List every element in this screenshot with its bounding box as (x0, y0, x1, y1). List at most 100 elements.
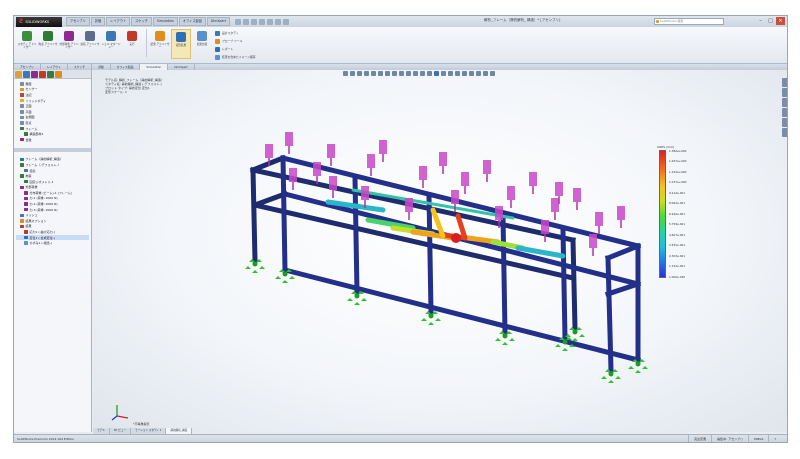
rebuild-icon[interactable] (275, 18, 282, 25)
app-logo[interactable]: Ƨ SOLIDWORKS (16, 16, 62, 27)
tree-item[interactable]: 合致 (16, 137, 89, 143)
tree-item-label: 原点 (25, 120, 32, 125)
title-bar: Ƨ SOLIDWORKS アセンブリ 評価 レイアウト スケッチ Simulation オ… (14, 16, 787, 27)
tree-item-label: 結果 (25, 224, 32, 229)
results-advisor-button[interactable]: 結果 アドバイザー (150, 29, 170, 59)
tree-item-icon (24, 202, 28, 206)
tree-item-label: メッシュ (25, 213, 38, 218)
ribbon-small-label: レポート (222, 47, 234, 51)
menu-item[interactable]: Simulation (152, 17, 178, 26)
tree-item-icon (20, 185, 24, 190)
tree-item-icon (20, 157, 24, 162)
tree-item-icon (20, 163, 24, 167)
load-arrow-icon (617, 206, 625, 228)
options-icon[interactable] (283, 18, 290, 25)
tree-item-label: 力-3 (荷重: 2000 N) (29, 207, 58, 212)
feature-manager-panel: 履歴 センサー 注記 ソリッドボディ 正面 平面 右側面 原点 フレーム 構造部材1 合致 フレーム… (14, 70, 92, 432)
graphics-area[interactable]: モデル名: 解析_フレーム（静的解析_構造） スタディ名: 静的解析_構造 (-… (93, 70, 788, 432)
tree-item-icon (24, 230, 28, 234)
compare-results-button[interactable]: 結果比較 (192, 29, 212, 59)
tree-item-icon (20, 137, 24, 142)
menu-item[interactable]: 評価 (90, 17, 106, 26)
ribbon-separator (146, 29, 147, 57)
tree-item-label: フレーム（-デフォルト-） (25, 162, 61, 167)
tree-item[interactable]: ひずみ1 (-相当-) (16, 240, 89, 246)
simulation-study-tree: フレーム（静的解析_構造） フレーム（-デフォルト-） 接続 拘束 固定ジオメトリ-1 外… (14, 155, 91, 249)
task-pane-resources-icon[interactable] (782, 78, 787, 87)
shell-manager-button[interactable]: シェル マネージャー (101, 29, 121, 59)
menu-item[interactable]: スケッチ (131, 17, 152, 26)
status-field: 編集中: アセンブリ (711, 435, 748, 442)
tree-item-icon (24, 207, 28, 212)
shell-manager-icon (106, 31, 116, 41)
new-icon[interactable] (235, 18, 242, 25)
study-advisor-button[interactable]: スタディ アドバイザー (17, 29, 37, 59)
tree-item-icon (20, 174, 24, 178)
tree-item-icon (24, 168, 28, 173)
ribbon-button-label: スタディ アドバイザー (17, 43, 37, 49)
ribbon-small-button[interactable]: 設計スタディ (215, 29, 256, 37)
compare-results-icon (197, 31, 207, 41)
command-manager: スタディ アドバイザー 拘束 アドバイザー 外部荷重 アドバイザー 接続 アドバイザー… (14, 27, 787, 64)
tree-item-icon (24, 241, 28, 245)
dimxpert-manager-icon[interactable] (39, 71, 46, 78)
menu-item[interactable]: レイアウト (106, 17, 131, 26)
tree-item-label: ソリッドボディ (25, 98, 47, 103)
tree-item-label: 構造部材1 (29, 132, 44, 137)
simulation-manager-icon[interactable] (55, 71, 62, 78)
ribbon-small-button[interactable]: 結果を含めたイメージ保存 (215, 53, 256, 61)
panel-splitter[interactable] (14, 147, 91, 152)
task-pane-explorer-icon[interactable] (782, 98, 787, 107)
tree-item-label: 拘束 (25, 174, 32, 179)
ribbon-button-label: 結果 アドバイザー (150, 43, 170, 49)
fixture-button[interactable]: 拘束 アドバイザー (38, 29, 58, 59)
tree-item-icon (20, 213, 24, 218)
ribbon-button-label: 実行 (129, 43, 135, 46)
status-field: 完全定義 (688, 435, 711, 442)
tree-item-icon (20, 115, 24, 120)
task-pane-design-library-icon[interactable] (782, 88, 787, 97)
feature-manager-icon[interactable] (15, 71, 22, 78)
display-manager-icon[interactable] (47, 71, 54, 78)
tree-item-icon (20, 87, 24, 92)
tree-item-label: 合致 (25, 137, 32, 142)
run-button[interactable]: 実行 (122, 29, 142, 59)
task-pane-custom-properties-icon[interactable] (782, 128, 787, 137)
save-icon[interactable] (251, 18, 258, 25)
maximize-button[interactable]: □ (766, 17, 775, 25)
search-input[interactable]: SolidWorks 検索 (654, 18, 724, 25)
tree-item-icon (24, 191, 28, 195)
tree-item-icon (24, 196, 28, 201)
max-displacement-point (451, 233, 461, 243)
ribbon-small-icon (215, 30, 220, 36)
menu-item[interactable]: オフィス製品 (178, 17, 206, 26)
ribbon-small-button[interactable]: レポート (215, 45, 256, 53)
load-arrow-icon (367, 154, 375, 176)
connections-button[interactable]: 接続 アドバイザー (80, 29, 100, 59)
legend-label: 1.152e-001 (669, 264, 686, 268)
close-button[interactable]: × (776, 17, 785, 25)
frame-model[interactable] (93, 70, 788, 432)
frame-beam (249, 154, 287, 174)
legend-label: 1.037e+000 (669, 180, 687, 184)
ds-logo-icon: Ƨ (19, 18, 24, 25)
property-manager-icon[interactable] (23, 71, 30, 78)
menu-item[interactable]: アセンブリ (66, 17, 90, 26)
ribbon-small-button[interactable]: プローブ ツール (215, 37, 256, 45)
menu-item[interactable]: DimXpert (206, 17, 231, 26)
frame-beam (352, 175, 360, 295)
undo-icon[interactable] (267, 18, 274, 25)
tree-item-label: 注記 (25, 92, 32, 97)
minimize-button[interactable]: – (756, 17, 765, 25)
external-loads-button[interactable]: 外部荷重 アドバイザー (59, 29, 79, 59)
frame-beam (500, 213, 508, 335)
deformed-result-button[interactable]: 変形結果 (171, 29, 191, 59)
configuration-manager-icon[interactable] (31, 71, 38, 78)
tree-item-icon (20, 98, 24, 103)
task-pane-appearance-icon[interactable] (782, 118, 787, 127)
task-pane-view-palette-icon[interactable] (782, 108, 787, 117)
load-arrow-icon (313, 162, 321, 184)
print-icon[interactable] (259, 18, 266, 25)
tree-item-label: 正面 (25, 104, 32, 109)
open-icon[interactable] (243, 18, 250, 25)
